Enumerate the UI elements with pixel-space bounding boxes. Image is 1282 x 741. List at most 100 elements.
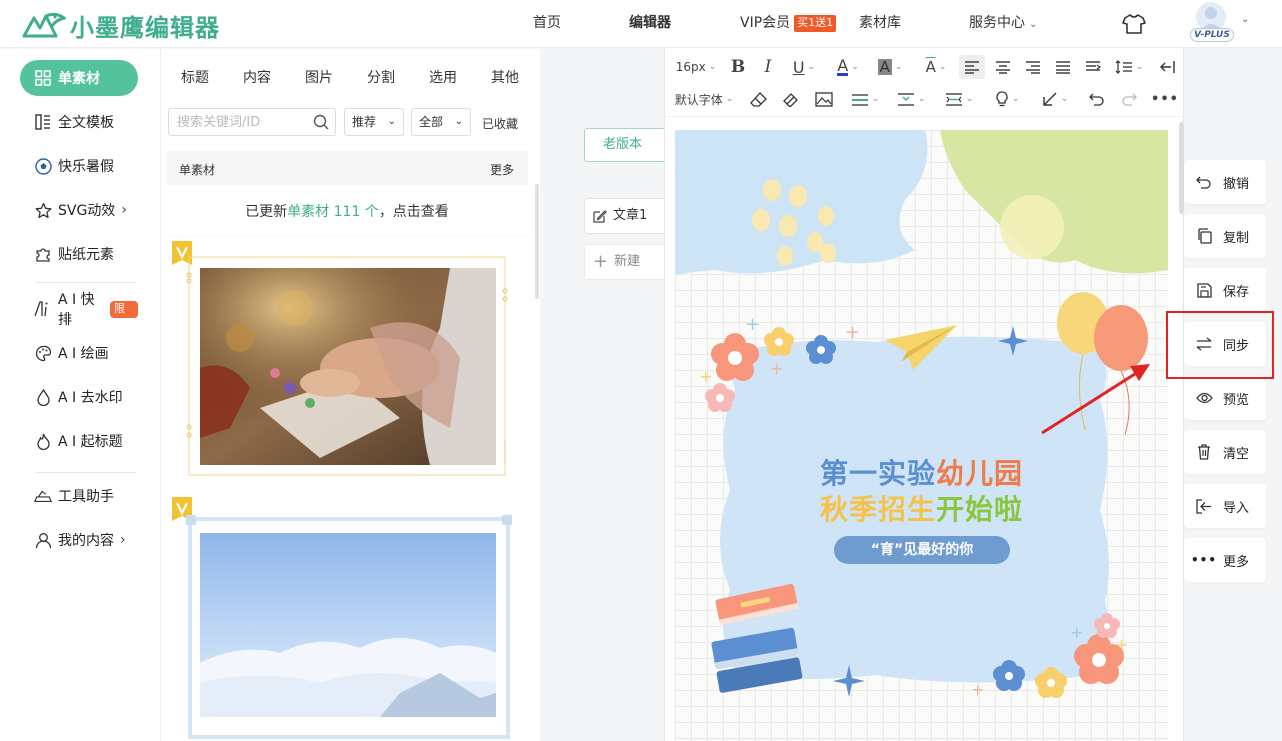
chevron-down-icon: ⌄	[708, 62, 717, 72]
bold-icon[interactable]: B	[727, 55, 749, 79]
import-button[interactable]: 导入	[1184, 484, 1266, 528]
search-icon[interactable]	[313, 114, 329, 130]
tab-content[interactable]: 内容	[243, 67, 271, 87]
free-tag: 限免	[110, 300, 138, 331]
tab-divider[interactable]: 分割	[367, 67, 395, 87]
sidebar-item-tools[interactable]: 工具助手	[20, 478, 138, 514]
top-header: 小墨鹰编辑器 首页 编辑器 VIP会员 买1送1 素材库 服务中心 ⌄ V-PLUS…	[0, 0, 1282, 48]
sidebar-item-summer[interactable]: 快乐暑假	[20, 148, 138, 184]
avatar[interactable]: V-PLUS	[1190, 2, 1234, 44]
sidebar-item-ai-title[interactable]: A I 起标题	[20, 423, 138, 459]
nav-service[interactable]: 服务中心 ⌄	[969, 0, 1037, 48]
collapse-toolbar-icon[interactable]	[1155, 55, 1179, 79]
toolbar-separator	[665, 116, 1185, 117]
italic-icon[interactable]: I	[757, 55, 779, 79]
sidebar-item-label: 单素材	[58, 71, 100, 87]
sky-photo-image	[200, 533, 496, 717]
format-painter-icon[interactable]	[779, 87, 801, 111]
scrollbar[interactable]	[535, 184, 539, 299]
margin-icon[interactable]: ⌄	[941, 87, 977, 111]
arrow-tool-icon[interactable]: ⌄	[1037, 87, 1073, 111]
nav-materials[interactable]: 素材库	[859, 0, 901, 48]
align-justify-icon[interactable]	[1051, 55, 1075, 79]
category-select-value: 全部	[419, 115, 444, 129]
avatar-chevron-down-icon[interactable]: ⌄	[1241, 14, 1249, 25]
new-document-button[interactable]: + 新建	[584, 244, 668, 280]
logo[interactable]: 小墨鹰编辑器	[22, 8, 220, 43]
favorites-link[interactable]: 已收藏	[482, 115, 518, 132]
tshirt-icon[interactable]	[1122, 13, 1146, 35]
poster-illustration: + + + + + + +	[675, 130, 1168, 699]
svg-text:+: +	[1070, 623, 1083, 642]
divider-icon[interactable]: ⌄	[847, 87, 883, 111]
undo-button[interactable]: 撤销	[1184, 160, 1266, 204]
sidebar-item-label: A I 快排	[58, 292, 95, 328]
indent-icon[interactable]	[1081, 55, 1105, 79]
action-label: 预览	[1223, 392, 1250, 408]
paragraph-spacing-icon[interactable]: ⌄	[893, 87, 929, 111]
section-more-link[interactable]: 更多	[490, 161, 514, 178]
more-button[interactable]: ••• 更多	[1184, 538, 1266, 582]
lightbulb-icon[interactable]: ⌄	[989, 87, 1025, 111]
user-icon	[34, 531, 52, 549]
action-label: 更多	[1223, 554, 1250, 570]
template-icon	[34, 113, 52, 131]
font-color-icon[interactable]: A ⌄	[829, 55, 867, 79]
nav-editor[interactable]: 编辑器	[629, 0, 671, 48]
font-family-select[interactable]: 默认字体 ⌄	[671, 87, 737, 111]
font-size-value: 16px	[675, 60, 706, 74]
update-notice[interactable]: 已更新单素材 111 个，点击查看	[166, 189, 528, 235]
document-tab[interactable]: 文章1	[584, 198, 668, 234]
search-input[interactable]	[169, 109, 309, 135]
trash-icon	[1195, 443, 1213, 461]
align-left-icon[interactable]	[959, 55, 985, 79]
editor-canvas[interactable]: + + + + + + + 第一实验幼儿园 秋季招生开始啦 “育”见最好的你	[675, 130, 1168, 741]
letter-spacing-icon[interactable]: A ⌄	[917, 55, 955, 79]
tab-selected[interactable]: 选用	[429, 67, 457, 87]
tab-image[interactable]: 图片	[305, 67, 333, 87]
redo-toolbar-icon[interactable]	[1117, 87, 1141, 111]
tab-other[interactable]: 其他	[491, 67, 519, 87]
old-version-button[interactable]: 老版本	[584, 128, 668, 162]
category-select[interactable]: 全部 ⌄	[411, 108, 471, 136]
sidebar-item-single-material[interactable]: 单素材	[20, 60, 138, 96]
sidebar-item-ai-layout[interactable]: A I 快排 限免	[20, 291, 138, 331]
preview-button[interactable]: 预览	[1184, 376, 1266, 420]
action-label: 保存	[1223, 284, 1250, 300]
line-height-icon[interactable]: ⌄	[1111, 55, 1147, 79]
chevron-down-icon: ⌄	[387, 116, 396, 127]
undo-toolbar-icon[interactable]	[1085, 87, 1109, 111]
sidebar-item-svg-animation[interactable]: SVG动效 ›	[20, 192, 138, 228]
sidebar-item-my-content[interactable]: 我的内容 ›	[20, 522, 138, 558]
sidebar-item-full-template[interactable]: 全文模板	[20, 104, 138, 140]
poster-title-line1: 第一实验幼儿园	[675, 456, 1168, 492]
tab-title[interactable]: 标题	[181, 67, 209, 87]
svg-text:+: +	[745, 314, 760, 335]
more-toolbar-icon[interactable]: •••	[1151, 87, 1178, 111]
clear-button[interactable]: 清空	[1184, 430, 1266, 474]
action-label: 撤销	[1223, 176, 1250, 192]
flame-icon	[34, 432, 52, 450]
material-card[interactable]	[166, 241, 528, 485]
update-suffix: ，点击查看	[378, 204, 449, 220]
new-document-label: 新建	[614, 254, 641, 269]
eraser-icon[interactable]	[747, 87, 769, 111]
copy-button[interactable]: 复制	[1184, 214, 1266, 258]
update-highlight: 单素材 111 个	[287, 204, 379, 220]
underline-icon[interactable]: U ⌄	[785, 55, 823, 79]
font-size-select[interactable]: 16px ⌄	[671, 55, 721, 79]
nav-vip[interactable]: VIP会员 买1送1	[740, 0, 837, 48]
sidebar-item-ai-painting[interactable]: A I 绘画	[20, 335, 138, 371]
nav-home[interactable]: 首页	[533, 0, 561, 48]
align-center-icon[interactable]	[991, 55, 1015, 79]
save-button[interactable]: 保存	[1184, 268, 1266, 312]
align-right-icon[interactable]	[1021, 55, 1045, 79]
save-icon	[1195, 281, 1213, 299]
chevron-down-icon: ⌄	[1029, 19, 1038, 30]
sidebar-item-ai-watermark[interactable]: A I 去水印	[20, 379, 138, 415]
recommend-select[interactable]: 推荐 ⌄	[344, 108, 404, 136]
sidebar-item-stickers[interactable]: 贴纸元素	[20, 236, 138, 272]
image-icon[interactable]	[813, 87, 835, 111]
material-card[interactable]	[166, 497, 528, 741]
highlight-color-icon[interactable]: A ⌄	[871, 55, 909, 79]
